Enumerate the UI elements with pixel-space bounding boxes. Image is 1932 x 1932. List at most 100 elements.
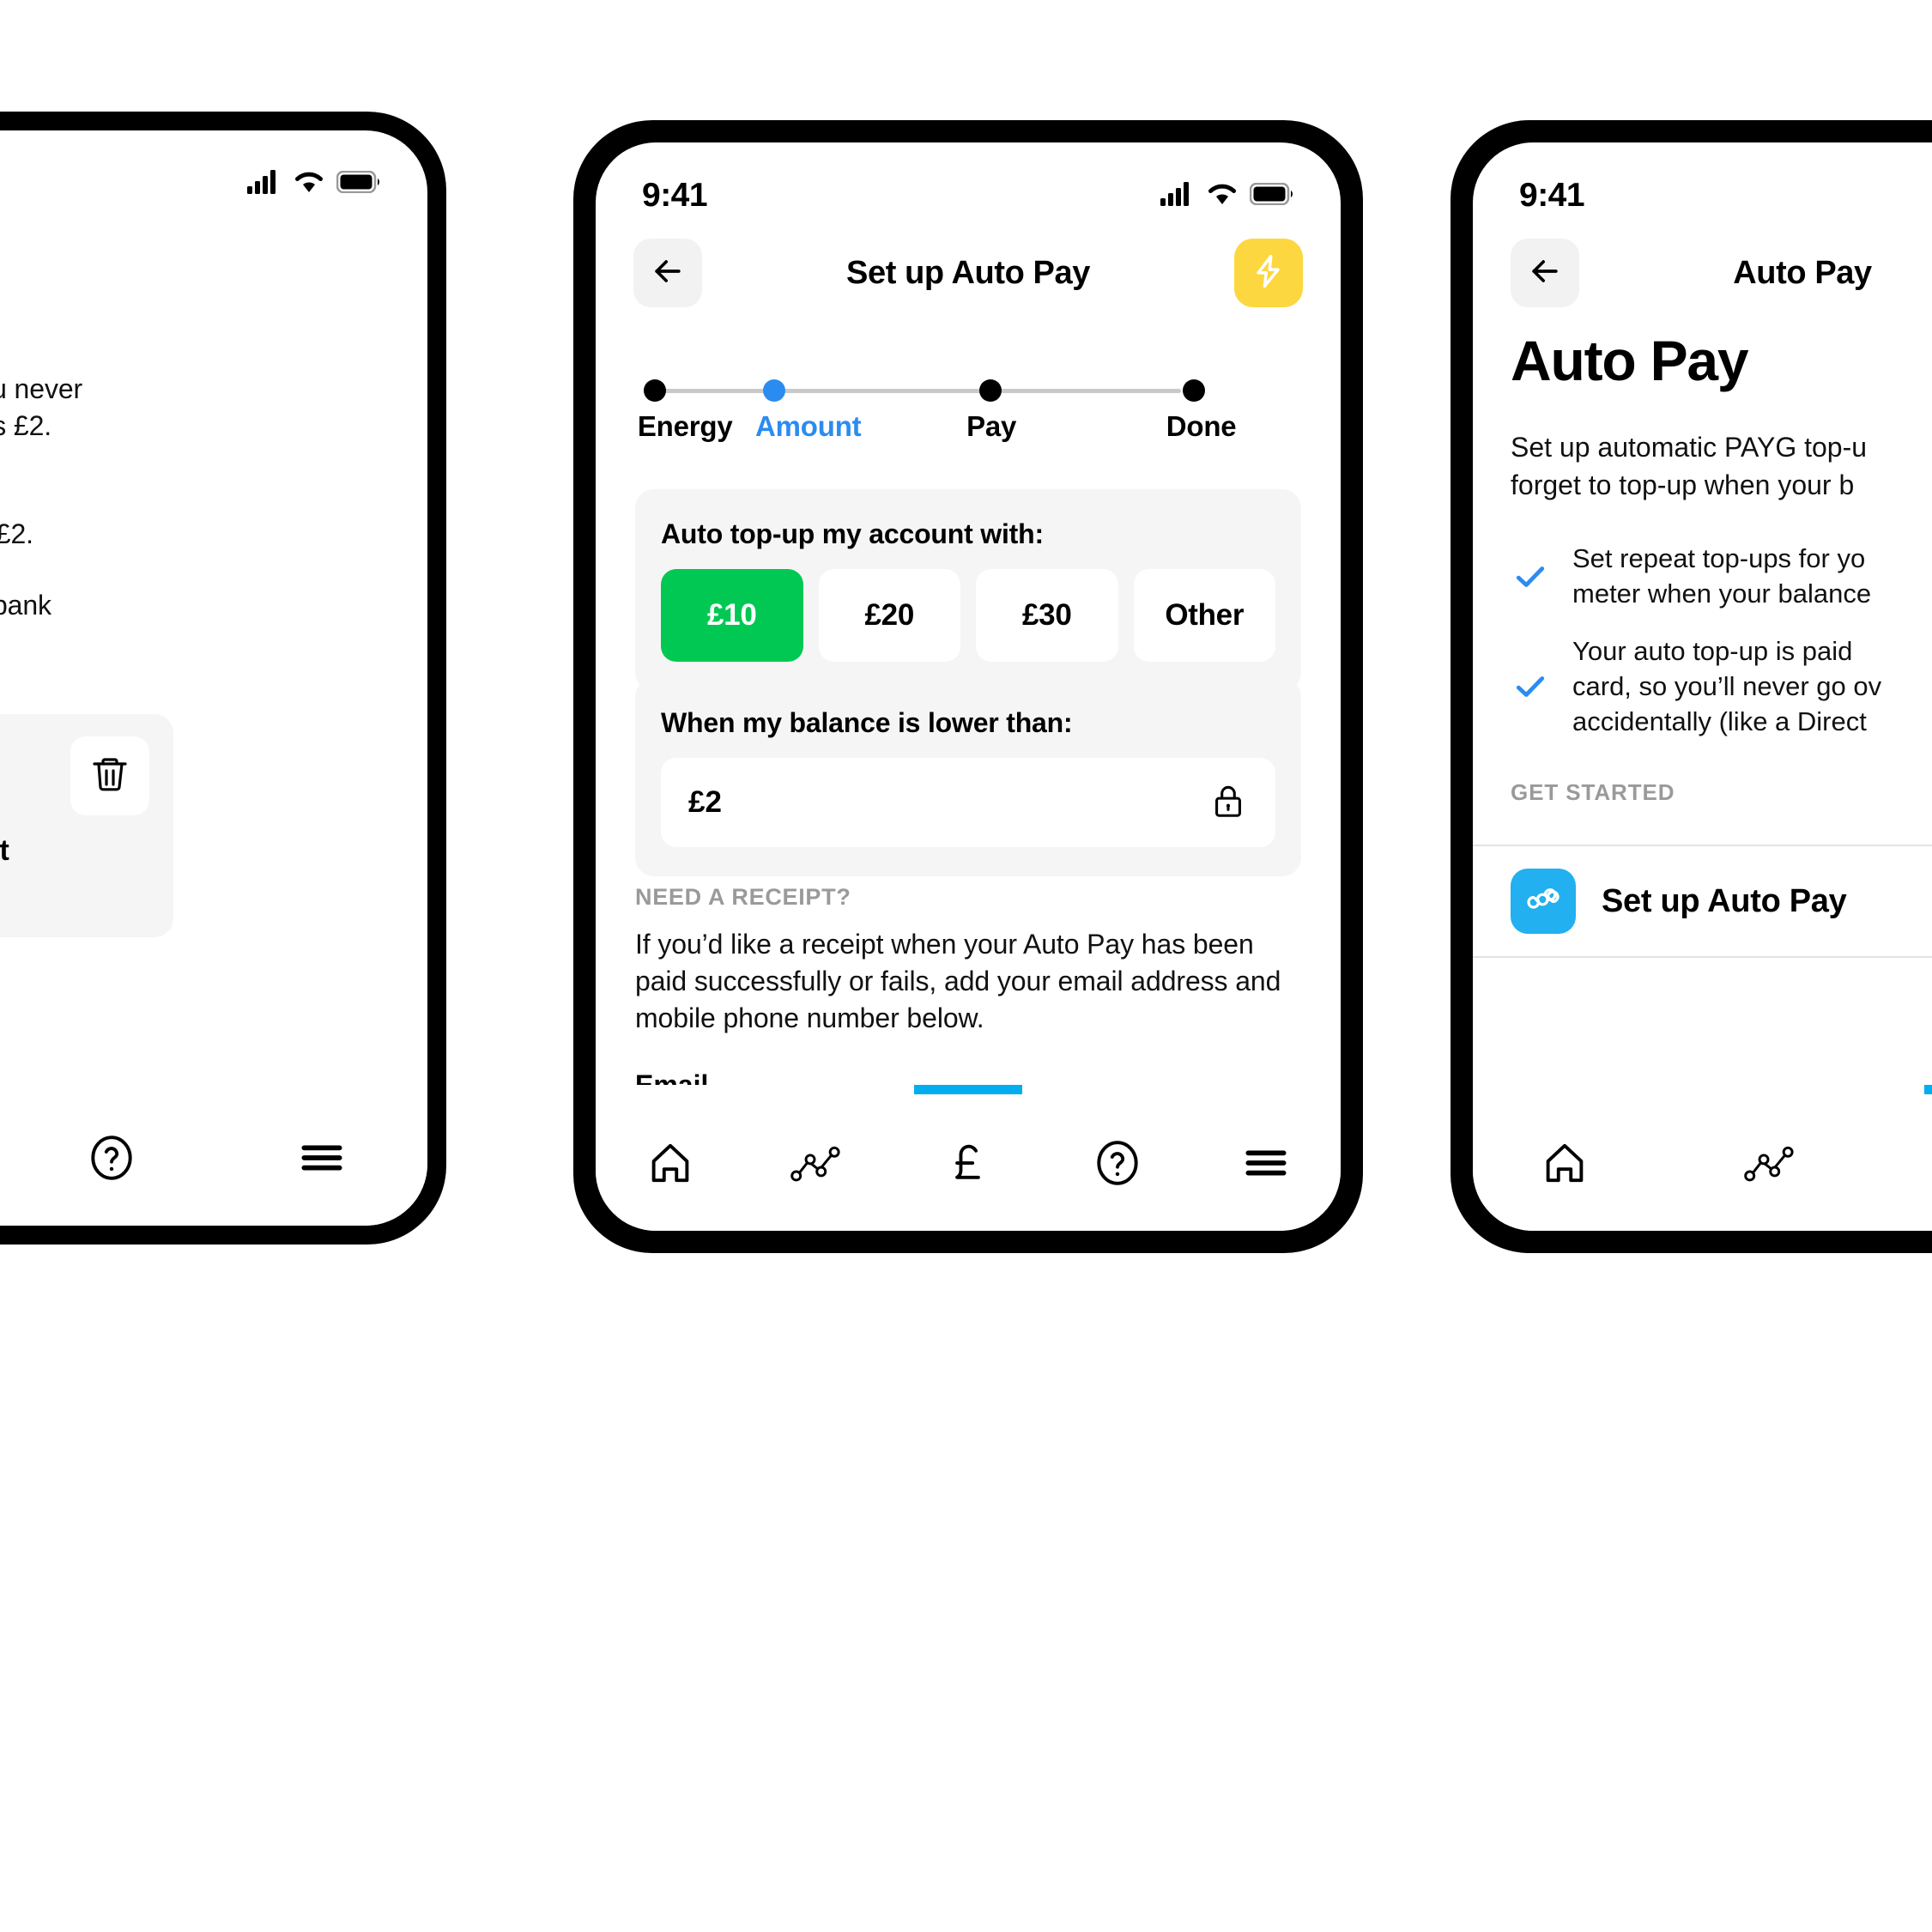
usage-graph-icon [1743,1138,1802,1192]
active-tab-indicator [913,1085,1022,1094]
phone-screen-left: Auto Pay c PAYG top-ups so you never whe… [0,130,427,1226]
question-circle-icon [1091,1136,1144,1194]
list-item-label: Set up Auto Pay [1602,882,1847,919]
usage-graph-icon [790,1138,848,1192]
phone-frame-right: 9:41 Auto Pay Auto Pay Set up automatic … [1451,120,1932,1253]
status-time: 9:41 [1519,177,1585,214]
signal-icon [247,169,282,198]
back-button[interactable] [1511,239,1579,307]
home-icon [1538,1136,1591,1194]
back-button[interactable] [633,239,702,307]
wifi-icon [294,170,324,198]
amount-options: £10 £20 £30 Other [661,569,1275,662]
stepper-label-done: Done [1166,410,1237,442]
signal-icon [1160,181,1195,210]
stepper-dot-pay[interactable] [979,379,1002,402]
trash-icon [89,754,130,799]
tab-bar-right [1473,1085,1932,1231]
hamburger-menu-icon [1239,1136,1293,1194]
phone-screen-right: 9:41 Auto Pay Auto Pay Set up automatic … [1473,142,1932,1231]
stepper-line-2 [780,389,982,393]
check-icon [1511,558,1550,596]
benefit-text-2: Your auto top-up is paid card, so you’ll… [1572,635,1882,736]
get-started-list: Set up Auto Pay [1473,845,1932,958]
topup-card-title: Auto top-up my account with: [661,518,1044,549]
tab-pound[interactable] [913,1085,1022,1212]
status-icons [247,169,381,198]
auto-pay-intro: Set up automatic PAYG top-u forget to to… [1511,432,1868,500]
question-circle-icon [85,1131,138,1189]
threshold-value-field[interactable]: £2 [661,758,1275,847]
lock-icon [1208,781,1248,825]
infinity-icon [1523,880,1563,924]
page-title-middle: Set up Auto Pay [846,254,1090,291]
stepper-line-1 [658,389,768,393]
tab-menu[interactable] [1219,1117,1313,1212]
threshold-card-title: When my balance is lower than: [661,707,1073,738]
stepper-track [644,379,1291,402]
intro-paragraph-1: c PAYG top-ups so you never when your ba… [0,373,83,441]
get-started-label: GET STARTED [1511,778,1675,805]
phone-frame-left: Auto Pay c PAYG top-ups so you never whe… [0,112,446,1245]
pound-icon [942,1136,995,1194]
tab-help[interactable] [64,1112,159,1207]
battery-icon [336,170,381,197]
benefit-text-1: Set repeat top-ups for yo meter when you… [1572,543,1872,609]
stepper-label-amount: Amount [755,410,862,442]
amount-option-10[interactable]: £10 [661,569,803,662]
status-bar-middle: 9:41 [596,142,1341,225]
auto-pay-heading: Auto Pay [1511,329,1749,392]
progress-stepper: Energy Amount Pay Done [635,379,1301,451]
tab-home[interactable] [623,1117,718,1212]
stepper-label-pay: Pay [966,410,1017,442]
wifi-icon [1207,182,1238,210]
active-tab-indicator [1924,1085,1932,1094]
receipt-description: If you’d like a receipt when your Auto P… [635,929,1281,1033]
intro-block-right: Auto Pay Set up automatic PAYG top-u for… [1511,328,1932,806]
credit-limit-card: Credit limit £2.00 [0,714,173,937]
tab-bar-left [0,1080,427,1226]
tab-usage[interactable] [1725,1117,1820,1212]
stepper-dot-amount[interactable] [763,379,786,402]
stepper-labels: Energy Amount Pay Done [635,410,1301,451]
receipt-kicker: NEED A RECEIPT? [635,884,851,910]
boost-button[interactable] [1234,239,1303,307]
threshold-value: £2 [688,785,722,819]
tab-bar-middle [596,1085,1341,1231]
tab-usage[interactable] [772,1117,866,1212]
nav-bar-middle: Set up Auto Pay [596,239,1341,307]
delete-button[interactable] [70,736,149,815]
stepper-dot-done[interactable] [1183,379,1206,402]
battery-icon [1249,182,1294,209]
tab-home[interactable] [1517,1117,1612,1212]
stepper-dot-energy[interactable] [644,379,667,402]
amount-option-other[interactable]: Other [1133,569,1275,662]
check-icon [1511,668,1550,706]
infinity-tile [1511,869,1576,934]
back-arrow-icon [1526,252,1564,294]
tab-help[interactable] [1070,1117,1165,1212]
stepper-line-3 [1000,389,1182,393]
hamburger-menu-icon [295,1131,348,1189]
credit-limit-label: Credit limit [0,834,9,867]
benefit-row-2: Your auto top-up is paid card, so you’ll… [1511,634,1932,740]
amount-option-20[interactable]: £20 [818,569,960,662]
phone-frame-middle: 9:41 Set up Auto Pay Energy Amount Pay D… [573,120,1363,1253]
benefit-row-1: Set repeat top-ups for yo meter when you… [1511,542,1932,612]
intro-text-block-left: c PAYG top-ups so you never when your ba… [0,371,156,697]
tab-menu[interactable] [275,1112,369,1207]
home-icon [644,1136,697,1194]
screenshot-stage: Auto Pay c PAYG top-ups so you never whe… [0,0,1932,1932]
lightning-bolt-icon [1250,252,1287,294]
status-time: 9:41 [642,177,708,214]
amount-option-30[interactable]: £30 [976,569,1118,662]
balance-threshold-card: When my balance is lower than: £2 [635,678,1301,876]
list-item-setup-auto-pay[interactable]: Set up Auto Pay [1473,846,1932,956]
intro-paragraph-3: o-up is paid with your bank ll never go … [0,589,51,621]
status-bar-left [0,130,427,213]
stepper-label-energy: Energy [637,410,733,442]
status-icons [1160,181,1294,210]
back-arrow-icon [649,252,687,294]
topup-amount-card: Auto top-up my account with: £10 £20 £30… [635,489,1301,691]
page-title-right: Auto Pay [1733,254,1872,291]
